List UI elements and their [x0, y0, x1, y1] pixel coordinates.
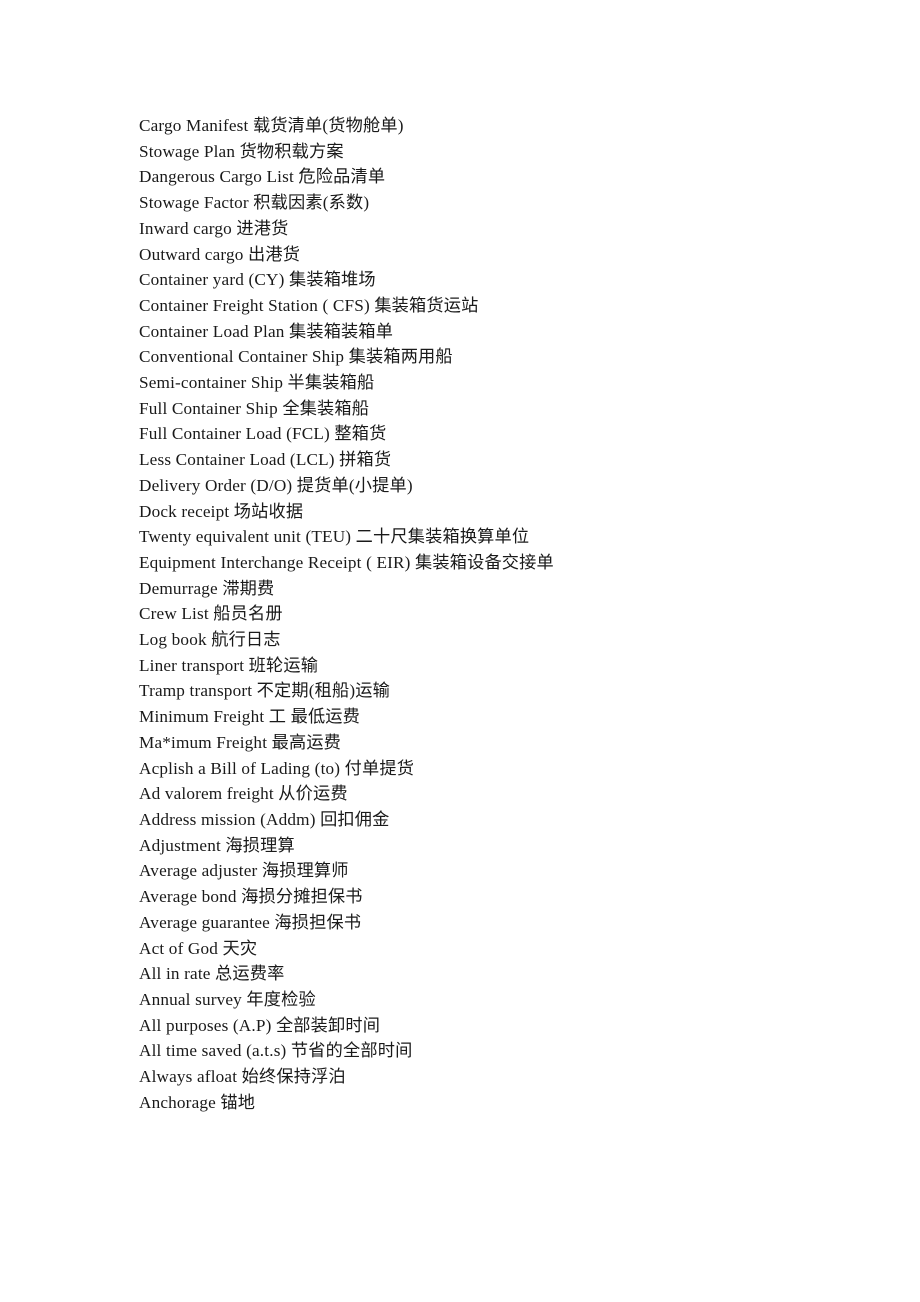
glossary-entry: All time saved (a.t.s) 节省的全部时间: [139, 1041, 413, 1061]
glossary-entry: Outward cargo 出港货: [139, 244, 301, 264]
glossary-entry: Average bond 海损分摊担保书: [139, 887, 363, 907]
glossary-entry: Less Container Load (LCL) 拼箱货: [139, 450, 392, 470]
glossary-entry: Full Container Load (FCL) 整箱货: [139, 424, 387, 444]
glossary-entry: All purposes (A.P) 全部装卸时间: [139, 1015, 381, 1035]
glossary-entry: Ma*imum Freight 最高运费: [139, 732, 342, 752]
glossary-entry: Tramp transport 不定期(租船)运输: [139, 681, 390, 701]
glossary-entry: Container yard (CY) 集装箱堆场: [139, 270, 376, 290]
glossary-entry: Annual survey 年度检验: [139, 989, 316, 1009]
glossary-entry: Inward cargo 进港货: [139, 218, 289, 238]
glossary-entry: Equipment Interchange Receipt ( EIR) 集装箱…: [139, 552, 554, 572]
glossary-entry: Delivery Order (D/O) 提货单(小提单): [139, 475, 413, 495]
document-page: Cargo Manifest 载货清单(货物舱单) Stowage Plan 货物…: [0, 0, 920, 1302]
glossary-entry: Full Container Ship 全集装箱船: [139, 398, 370, 418]
glossary-entry: Demurrage 滞期费: [139, 578, 275, 598]
glossary-entry: Twenty equivalent unit (TEU) 二十尺集装箱换算单位: [139, 527, 530, 547]
glossary-entry: Container Load Plan 集装箱装箱单: [139, 321, 394, 341]
glossary-entry: Container Freight Station ( CFS) 集装箱货运站: [139, 295, 479, 315]
glossary-entry: Semi-container Ship 半集装箱船: [139, 373, 375, 393]
glossary-entry: Cargo Manifest 载货清单(货物舱单): [139, 116, 404, 135]
glossary-entry: All in rate 总运费率: [139, 964, 285, 984]
glossary-entry: Log book 航行日志: [139, 630, 281, 650]
glossary-entry: Dock receipt 场站收据: [139, 501, 304, 521]
glossary-entry: Crew List 船员名册: [139, 604, 283, 624]
glossary-entry: Minimum Freight 工 最低运费: [139, 707, 361, 727]
glossary-list: Cargo Manifest 载货清单(货物舱单) Stowage Plan 货物…: [139, 113, 839, 1115]
glossary-entry: Liner transport 班轮运输: [139, 655, 319, 675]
glossary-entry: Average adjuster 海损理算师: [139, 861, 349, 881]
glossary-entry: Stowage Plan 货物积载方案: [139, 141, 344, 161]
glossary-entry: Act of God 天灾: [139, 938, 258, 958]
glossary-entry: Average guarantee 海损担保书: [139, 912, 362, 932]
glossary-entry: Dangerous Cargo List 危险品清单: [139, 167, 386, 187]
glossary-entry: Address mission (Addm) 回扣佣金: [139, 809, 390, 829]
glossary-entry: Stowage Factor 积载因素(系数): [139, 193, 370, 213]
glossary-entry: Anchorage 锚地: [139, 1092, 256, 1112]
glossary-entry: Ad valorem freight 从价运费: [139, 784, 348, 804]
glossary-entry: Acplish a Bill of Lading (to) 付单提货: [139, 758, 415, 778]
glossary-entry: Always afloat 始终保持浮泊: [139, 1067, 346, 1087]
glossary-entry: Conventional Container Ship 集装箱两用船: [139, 347, 453, 367]
glossary-entry: Adjustment 海损理算: [139, 835, 295, 855]
